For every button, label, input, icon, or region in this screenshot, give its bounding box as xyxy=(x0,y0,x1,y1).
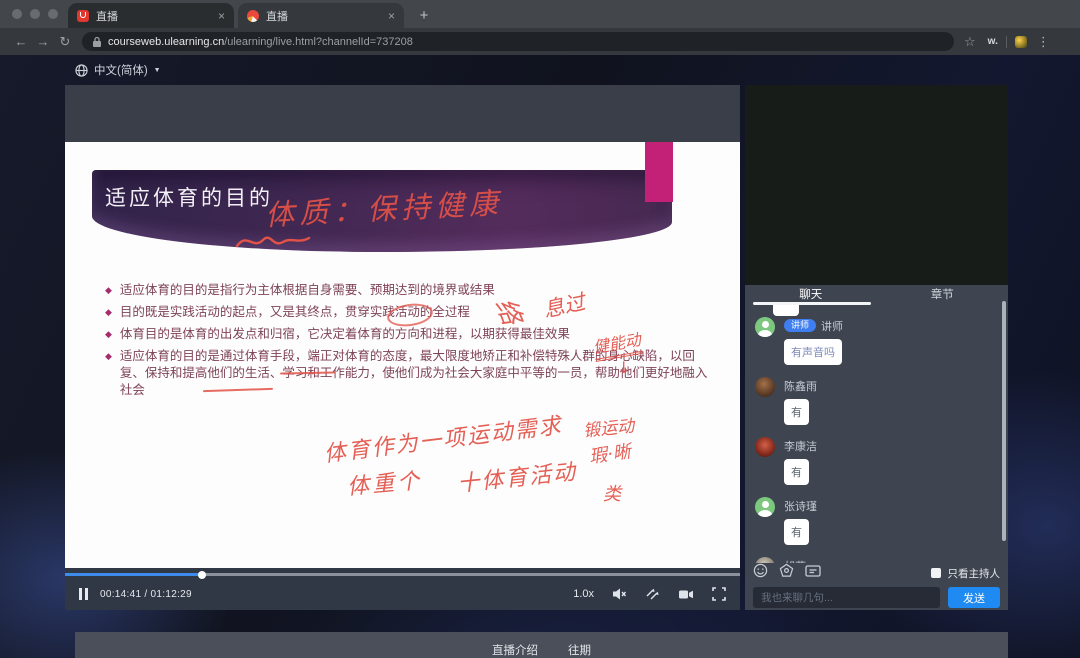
message-bubble: 有 xyxy=(784,459,809,485)
window-minimize-button[interactable] xyxy=(30,9,40,19)
slide-content: 适应体育的目的 ◆适应体育的目的是指行为主体根据自身需要、预期达到的境界或结果 … xyxy=(65,142,740,568)
fullscreen-icon[interactable] xyxy=(712,587,726,601)
avatar xyxy=(755,437,775,457)
window-controls xyxy=(12,0,58,28)
handwriting-down-arrow: ↓ xyxy=(617,358,630,377)
tab-past-sessions[interactable]: 往期 xyxy=(568,645,591,658)
card-icon[interactable] xyxy=(805,564,821,583)
chat-toolbar: 只看主持人 xyxy=(745,563,1008,583)
bullet-text: 适应体育的目的是指行为主体根据自身需要、预期达到的境界或结果 xyxy=(120,282,495,299)
send-button[interactable]: 发送 xyxy=(948,587,1000,608)
chat-message: 陈鑫雨 有 xyxy=(755,377,998,425)
tab-live-intro[interactable]: 直播介绍 xyxy=(492,645,538,658)
progress-fill xyxy=(65,573,202,576)
tab-favicon xyxy=(77,10,89,22)
tab-chapters[interactable]: 章节 xyxy=(877,285,1009,305)
player-right-controls: 1.0x xyxy=(573,587,726,601)
bookmark-star-icon[interactable]: ☆ xyxy=(964,34,976,50)
toolbar-divider xyxy=(1006,36,1007,48)
clipped-message-bubble xyxy=(773,305,799,316)
browser-toolbar: ← → ↻ courseweb.ulearning.cn/ulearning/l… xyxy=(0,28,1080,55)
lecturer-badge: 讲师 xyxy=(784,319,816,332)
bullet-diamond-icon: ◆ xyxy=(105,304,112,321)
handwriting-squiggle xyxy=(233,228,313,254)
chat-message-list[interactable]: 讲师 讲师 有声音吗 陈鑫雨 有 李康洁 有 xyxy=(745,305,1008,563)
tab-title: 直播 xyxy=(96,8,118,24)
bullet-text: 体育目的是体育的出发点和归宿，它决定着体育的方向和进程，以期获得最佳效果 xyxy=(120,326,570,343)
slide-bullet: ◆ 适应体育的目的是指行为主体根据自身需要、预期达到的境界或结果 xyxy=(105,282,711,299)
mute-icon[interactable] xyxy=(612,587,627,601)
slide-title: 适应体育的目的 xyxy=(105,182,273,212)
avatar xyxy=(755,377,775,397)
extension-icon[interactable] xyxy=(1015,36,1027,48)
bullet-diamond-icon: ◆ xyxy=(105,348,112,399)
chat-scrollbar[interactable] xyxy=(1002,301,1006,541)
line-switch-icon[interactable] xyxy=(645,587,660,601)
browser-tab-strip: 直播 × 直播 × + xyxy=(0,0,1080,28)
extension-w-icon[interactable]: w. xyxy=(988,36,998,47)
video-player[interactable]: 适应体育的目的 ◆适应体育的目的是指行为主体根据自身需要、预期达到的境界或结果 … xyxy=(65,85,740,610)
chat-message: 讲师 讲师 有声音吗 xyxy=(755,317,998,365)
chat-message: 张诗瑾 有 xyxy=(755,497,998,545)
sender-name: 讲师 xyxy=(821,318,843,334)
slide-accent-rectangle xyxy=(645,142,673,202)
message-bubble: 有声音吗 xyxy=(784,339,842,365)
avatar xyxy=(755,317,775,337)
only-host-checkbox[interactable] xyxy=(931,568,941,578)
globe-icon xyxy=(75,64,88,77)
url-host: courseweb.ulearning.cn xyxy=(108,36,224,48)
avatar xyxy=(755,497,775,517)
camera-icon[interactable] xyxy=(678,588,694,601)
new-tab-button[interactable]: + xyxy=(412,3,436,28)
handwriting-xia-note: 瑕·晰 xyxy=(587,437,632,469)
back-icon[interactable]: ← xyxy=(10,34,32,49)
browser-menu-icon[interactable]: ⋮ xyxy=(1037,34,1050,50)
reward-badge-icon[interactable] xyxy=(779,563,794,583)
video-letterbox xyxy=(65,85,740,142)
playback-speed-button[interactable]: 1.0x xyxy=(573,588,594,600)
player-control-bar: 00:14:41 / 01:12:29 1.0x xyxy=(65,568,740,610)
handwriting-plus-note: 十体育活动 xyxy=(456,454,579,498)
only-host-label: 只看主持人 xyxy=(948,566,1001,581)
pause-button[interactable] xyxy=(79,588,88,600)
browser-tab-1[interactable]: 直播 × xyxy=(68,3,234,28)
reload-icon[interactable]: ↻ xyxy=(54,34,76,50)
language-label: 中文(简体) xyxy=(94,62,148,78)
tab-close-icon[interactable]: × xyxy=(388,10,395,22)
tab-close-icon[interactable]: × xyxy=(218,10,225,22)
url-text: courseweb.ulearning.cn/ulearning/live.ht… xyxy=(108,36,413,48)
bullet-diamond-icon: ◆ xyxy=(105,326,112,343)
chat-input[interactable] xyxy=(753,587,940,608)
lecturer-camera-feed xyxy=(745,85,1008,285)
address-bar[interactable]: courseweb.ulearning.cn/ulearning/live.ht… xyxy=(82,32,954,51)
handwriting-lei-note: 类 xyxy=(603,480,621,506)
player-controls: 00:14:41 / 01:12:29 1.0x xyxy=(65,578,740,610)
message-bubble: 有 xyxy=(784,399,809,425)
window-zoom-button[interactable] xyxy=(48,9,58,19)
progress-bar[interactable] xyxy=(65,573,740,576)
tab-title: 直播 xyxy=(266,8,288,24)
forward-icon[interactable]: → xyxy=(32,34,54,49)
browser-window: 直播 × 直播 × + ← → ↻ courseweb.ulearning.cn… xyxy=(0,0,1080,658)
window-close-button[interactable] xyxy=(12,9,22,19)
sender-name: 陈鑫雨 xyxy=(784,378,817,394)
message-bubble: 有 xyxy=(784,519,809,545)
bottom-info-panel: 直播介绍 往期 xyxy=(75,632,1008,658)
tab-favicon xyxy=(247,10,259,22)
language-selector[interactable]: 中文(简体) ▼ xyxy=(75,62,161,78)
sender-name: 张诗瑾 xyxy=(784,498,817,514)
chat-input-row: 发送 xyxy=(745,587,1008,608)
sender-name: 李康洁 xyxy=(784,438,817,454)
chevron-down-icon: ▼ xyxy=(154,67,161,74)
emoji-icon[interactable] xyxy=(753,563,768,583)
chat-message: 李康洁 有 xyxy=(755,437,998,485)
playback-time: 00:14:41 / 01:12:29 xyxy=(100,589,192,600)
lock-icon xyxy=(92,36,102,48)
chat-panel: 聊天 章节 讲师 讲师 有声音吗 陈鑫雨 有 xyxy=(745,285,1008,610)
handwriting-tizhong-note: 体重个 xyxy=(346,463,424,501)
browser-tab-2[interactable]: 直播 × xyxy=(238,3,404,28)
bullet-diamond-icon: ◆ xyxy=(105,282,112,299)
url-path: /ulearning/live.html?channelId=737208 xyxy=(224,36,413,48)
